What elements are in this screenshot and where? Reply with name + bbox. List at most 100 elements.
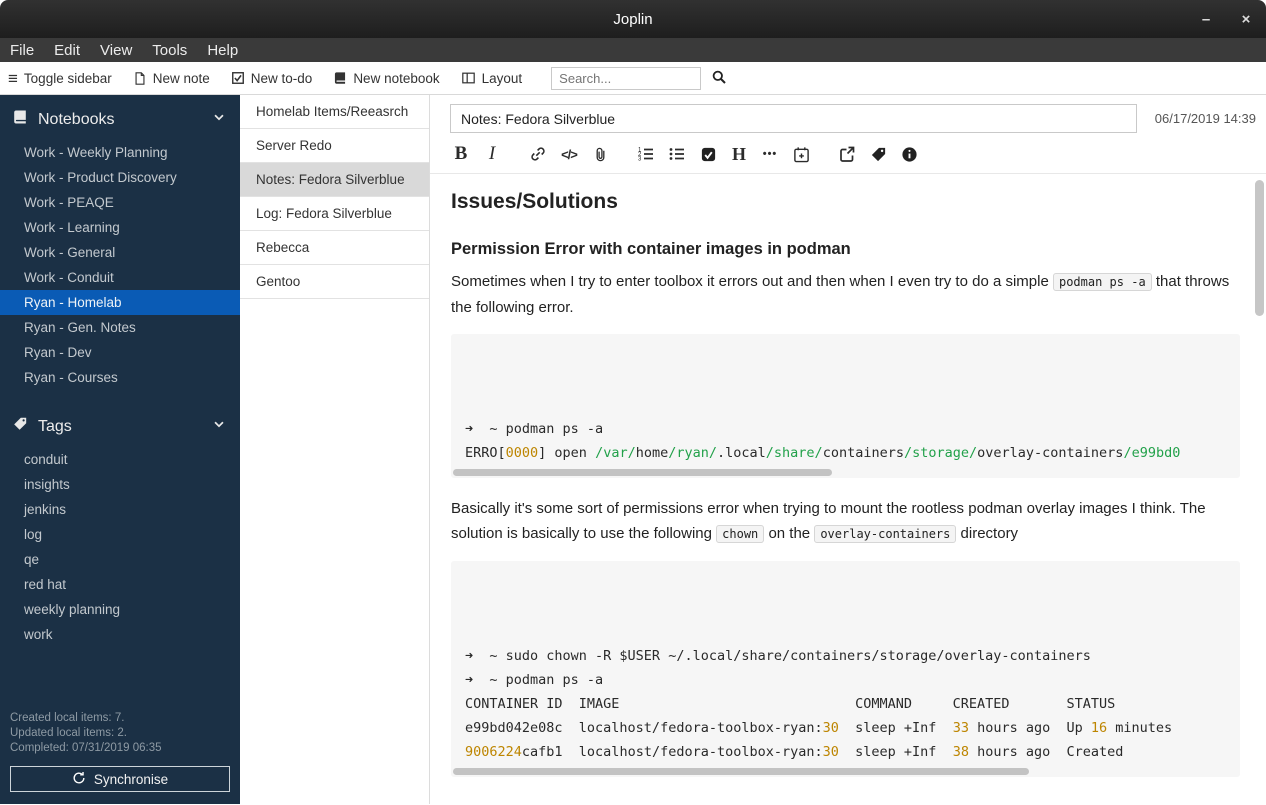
new-notebook-button[interactable]: New notebook <box>333 71 440 86</box>
note-viewer: Issues/Solutions Permission Error with c… <box>430 173 1266 804</box>
note-list-item[interactable]: Notes: Fedora Silverblue <box>240 163 429 197</box>
notebook-list: Work - Weekly Planning Work - Product Dis… <box>0 140 240 390</box>
note-list-item[interactable]: Log: Fedora Silverblue <box>240 197 429 231</box>
tag-item[interactable]: weekly planning <box>0 597 240 622</box>
note-list-item[interactable]: Gentoo <box>240 265 429 299</box>
hyperlink-button[interactable] <box>527 144 549 164</box>
synchronise-button[interactable]: Synchronise <box>10 766 230 792</box>
close-button[interactable]: × <box>1238 11 1254 28</box>
chevron-down-icon[interactable] <box>212 110 226 129</box>
bullet-list-button[interactable] <box>666 144 688 164</box>
bullet-list-icon <box>668 145 686 163</box>
hamburger-icon: ≡ <box>8 68 18 88</box>
note-list-item[interactable]: Homelab Items/Reeasrch <box>240 95 429 129</box>
notebook-item[interactable]: Work - Weekly Planning <box>0 140 240 165</box>
vertical-scrollbar-thumb[interactable] <box>1255 180 1264 316</box>
tag-item[interactable]: work <box>0 622 240 647</box>
note-list-item[interactable]: Rebecca <box>240 231 429 265</box>
tag-icon <box>12 416 28 437</box>
note-list-item[interactable]: Server Redo <box>240 129 429 163</box>
attach-file-button[interactable] <box>589 144 611 164</box>
toggle-sidebar-button[interactable]: ≡ Toggle sidebar <box>8 70 112 87</box>
sync-stat-line: Created local items: 7. <box>10 712 125 725</box>
notebook-item[interactable]: Work - Learning <box>0 215 240 240</box>
insert-date-button[interactable] <box>790 144 812 164</box>
notebook-item[interactable]: Ryan - Gen. Notes <box>0 315 240 340</box>
italic-button[interactable]: I <box>481 143 503 164</box>
checkbox-button[interactable] <box>697 144 719 164</box>
note-properties-button[interactable] <box>898 144 920 164</box>
tag-item[interactable]: jenkins <box>0 497 240 522</box>
note-editor: 06/17/2019 14:39 B I </> 123 H ••• Issue… <box>430 95 1266 804</box>
tag-item[interactable]: red hat <box>0 572 240 597</box>
sync-stats: Created local items: 7. Updated local ite… <box>10 711 230 756</box>
chevron-down-icon[interactable] <box>212 417 226 436</box>
bold-button[interactable]: B <box>450 143 472 164</box>
search-button[interactable] <box>711 69 727 88</box>
new-todo-button[interactable]: New to-do <box>231 71 312 86</box>
horizontal-scrollbar-thumb[interactable] <box>453 768 1029 775</box>
sync-icon <box>72 771 86 788</box>
sync-status-panel: Created local items: 7. Updated local ite… <box>0 703 240 804</box>
external-edit-button[interactable] <box>836 144 858 164</box>
sidebar: Notebooks Work - Weekly Planning Work - P… <box>0 95 240 804</box>
horizontal-rule-button[interactable]: ••• <box>759 144 781 164</box>
menu-item[interactable]: View <box>90 38 142 62</box>
layout-button[interactable]: Layout <box>461 71 522 86</box>
note-paragraph: Sometimes when I try to enter toolbox it… <box>451 273 1230 316</box>
notebook-item[interactable]: Work - Product Discovery <box>0 165 240 190</box>
notebook-item[interactable]: Ryan - Homelab <box>0 290 240 315</box>
menu-bar: File Edit View Tools Help <box>0 38 1266 62</box>
book-icon <box>333 71 347 85</box>
note-paragraph: Basically it's some sort of permissions … <box>451 500 1206 543</box>
title-bar: Joplin – × <box>0 0 1266 38</box>
heading-button[interactable]: H <box>728 144 750 164</box>
note-heading-3: Tmux fails to start inside a toolbox con… <box>451 803 1240 804</box>
inline-code-button[interactable]: </> <box>558 144 580 164</box>
numbered-list-button[interactable]: 123 <box>635 144 657 164</box>
notebook-item[interactable]: Work - General <box>0 240 240 265</box>
code-block: ➜ ~ podman ps -a ERRO[0000] open /var/hom… <box>451 334 1240 478</box>
note-heading-2: Permission Error with container images i… <box>451 240 851 258</box>
link-icon <box>529 145 547 163</box>
notebook-item[interactable]: Work - PEAQE <box>0 190 240 215</box>
tag-item[interactable]: conduit <box>0 447 240 472</box>
note-list: Homelab Items/Reeasrch Server Redo Notes: … <box>240 95 430 804</box>
numbered-list-icon: 123 <box>637 145 655 163</box>
tag-list: conduit insights jenkins log qe red hat weekly… <box>0 447 240 647</box>
note-heading-1: Issues/Solutions <box>451 190 618 213</box>
menu-item[interactable]: Edit <box>44 38 90 62</box>
calendar-plus-icon <box>793 146 810 163</box>
app-toolbar: ≡ Toggle sidebar New note New to-do New … <box>0 62 1266 95</box>
document-icon <box>133 71 147 86</box>
notebooks-header-label: Notebooks <box>38 110 115 128</box>
horizontal-scrollbar-thumb[interactable] <box>453 469 832 476</box>
new-note-button[interactable]: New note <box>133 71 210 86</box>
note-tags-button[interactable] <box>867 144 889 164</box>
search-input[interactable] <box>551 66 702 90</box>
menu-item[interactable]: Tools <box>142 38 197 62</box>
sync-stat-line: Completed: 07/31/2019 06:35 <box>10 742 162 755</box>
notebook-item[interactable]: Work - Conduit <box>0 265 240 290</box>
minimize-button[interactable]: – <box>1198 11 1214 28</box>
info-icon <box>901 146 918 163</box>
checkbox-icon <box>231 71 245 85</box>
tag-item[interactable]: qe <box>0 547 240 572</box>
search-icon <box>711 69 727 88</box>
menu-item[interactable]: Help <box>197 38 248 62</box>
tags-header[interactable]: Tags <box>0 402 240 447</box>
tag-item[interactable]: insights <box>0 472 240 497</box>
note-timestamp: 06/17/2019 14:39 <box>1154 111 1256 126</box>
window-title: Joplin <box>613 10 653 28</box>
notebook-item[interactable]: Ryan - Courses <box>0 365 240 390</box>
editor-toolbar: B I </> 123 H ••• <box>430 137 1266 173</box>
menu-item[interactable]: File <box>0 38 44 62</box>
code-block: ➜ ~ sudo chown -R $USER ~/.local/share/c… <box>451 561 1240 777</box>
tag-icon <box>870 146 887 163</box>
tag-item[interactable]: log <box>0 522 240 547</box>
note-title-input[interactable] <box>450 104 1137 133</box>
notebooks-header[interactable]: Notebooks <box>0 95 240 140</box>
tags-header-label: Tags <box>38 417 72 435</box>
book-icon <box>12 109 28 130</box>
notebook-item[interactable]: Ryan - Dev <box>0 340 240 365</box>
